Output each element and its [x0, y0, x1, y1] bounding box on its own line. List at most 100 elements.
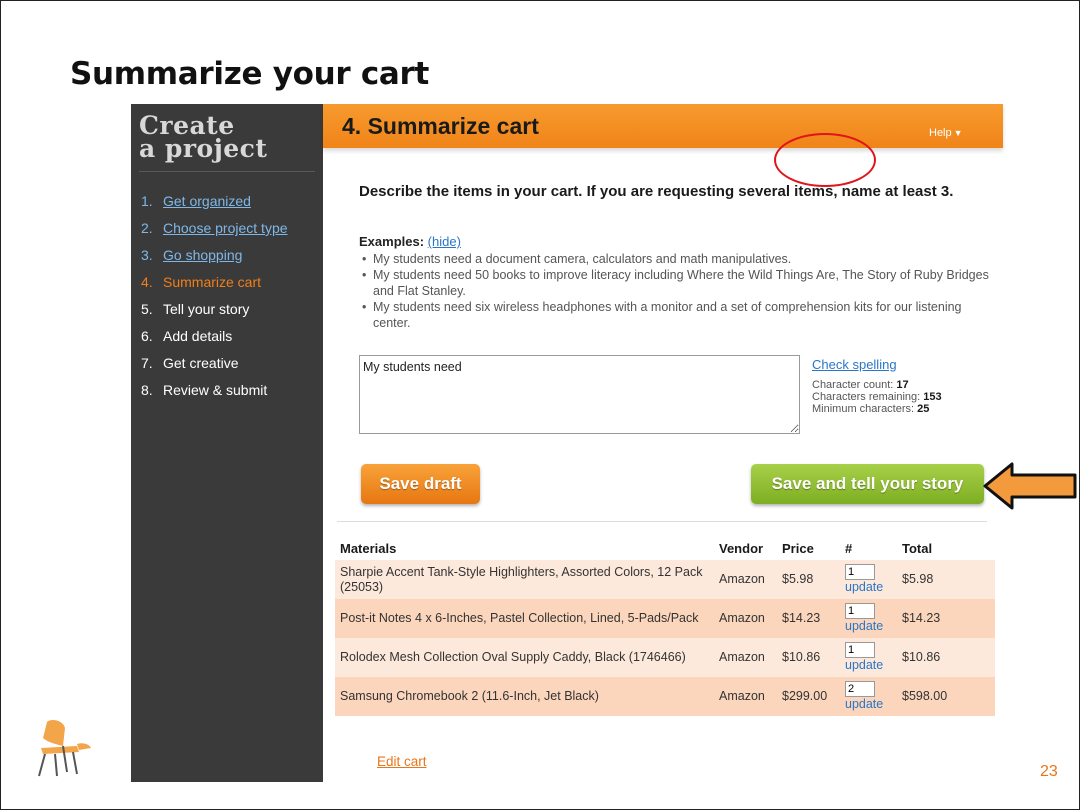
material-vendor: Amazon — [714, 599, 777, 638]
material-vendor: Amazon — [714, 638, 777, 677]
material-total: $10.86 — [897, 638, 995, 677]
step-item-go-shopping[interactable]: 3. Go shopping — [141, 242, 288, 269]
characters-remaining-line: Characters remaining: 153 — [812, 391, 942, 403]
step-number: 2. — [141, 220, 153, 236]
character-count-value: 17 — [896, 379, 909, 391]
quantity-cell: update — [840, 560, 897, 599]
edit-cart-link[interactable]: Edit cart — [377, 754, 427, 769]
sidebar-title-line2: a project — [139, 134, 268, 163]
table-row: Sharpie Accent Tank-Style Highlighters, … — [335, 560, 995, 599]
character-counts: Character count: 17 Characters remaining… — [812, 379, 942, 415]
table-row: Post-it Notes 4 x 6-Inches, Pastel Colle… — [335, 599, 995, 638]
quantity-input[interactable] — [845, 603, 875, 619]
step-number: 5. — [141, 301, 153, 317]
material-total: $14.23 — [897, 599, 995, 638]
step-item-choose-project-type[interactable]: 2. Choose project type — [141, 215, 288, 242]
example-item: My students need six wireless headphones… — [359, 299, 989, 331]
step-item-review-submit: 8. Review & submit — [141, 377, 288, 404]
help-label[interactable]: Help — [929, 127, 952, 139]
quantity-cell: update — [840, 638, 897, 677]
column-header-total: Total — [902, 541, 933, 556]
column-header-qty: # — [845, 541, 853, 556]
step-item-add-details: 6. Add details — [141, 323, 288, 350]
step-item-get-creative: 7. Get creative — [141, 350, 288, 377]
step-label: Get creative — [163, 355, 239, 371]
step-label: Tell your story — [163, 301, 250, 317]
table-row: Samsung Chromebook 2 (11.6-Inch, Jet Bla… — [335, 677, 995, 716]
step-item-get-organized[interactable]: 1. Get organized — [141, 188, 288, 215]
material-vendor: Amazon — [714, 677, 777, 716]
material-price: $10.86 — [777, 638, 840, 677]
step-label: Review & submit — [163, 382, 268, 398]
character-count-line: Character count: 17 — [812, 379, 942, 391]
material-total: $5.98 — [897, 560, 995, 599]
update-link[interactable]: update — [845, 580, 892, 595]
page-number: 23 — [1040, 763, 1058, 780]
material-name: Post-it Notes 4 x 6-Inches, Pastel Colle… — [335, 599, 714, 638]
quantity-input[interactable] — [845, 681, 875, 697]
step-label[interactable]: Get organized — [163, 193, 251, 209]
hide-examples-link[interactable]: (hide) — [428, 234, 461, 249]
examples-heading: Examples: (hide) — [359, 234, 461, 249]
step-number: 1. — [141, 193, 153, 209]
step-label[interactable]: Choose project type — [163, 220, 288, 236]
update-link[interactable]: update — [845, 697, 892, 712]
quantity-input[interactable] — [845, 564, 875, 580]
column-header-materials: Materials — [340, 541, 397, 556]
materials-table: Materials Vendor Price # Total Sharpie A… — [335, 541, 995, 716]
sidebar-title: Create a project — [139, 113, 268, 163]
step-item-summarize-cart: 4. Summarize cart — [141, 269, 288, 296]
column-header-price: Price — [782, 541, 814, 556]
examples-list: My students need a document camera, calc… — [359, 251, 989, 331]
table-row: Rolodex Mesh Collection Oval Supply Cadd… — [335, 638, 995, 677]
slide-title: Summarize your cart — [70, 56, 430, 92]
sidebar-divider — [139, 171, 315, 172]
save-draft-button[interactable]: Save draft — [361, 464, 480, 504]
step-label[interactable]: Go shopping — [163, 247, 242, 263]
quantity-input[interactable] — [845, 642, 875, 658]
update-link[interactable]: update — [845, 619, 892, 634]
instructions: Describe the items in your cart. If you … — [359, 183, 954, 200]
material-vendor: Amazon — [714, 560, 777, 599]
material-price: $299.00 — [777, 677, 840, 716]
step-label: Summarize cart — [163, 274, 262, 290]
quantity-cell: update — [840, 599, 897, 638]
main-panel: 4. Summarize cart Help ▼ Describe the ite… — [323, 104, 1003, 782]
update-link[interactable]: update — [845, 658, 892, 673]
step-item-tell-your-story: 5. Tell your story — [141, 296, 288, 323]
chair-icon — [38, 720, 91, 777]
save-and-tell-story-button[interactable]: Save and tell your story — [751, 464, 984, 504]
step-number: 6. — [141, 328, 153, 344]
help-menu[interactable]: Help ▼ — [929, 127, 963, 139]
header-bar: 4. Summarize cart Help ▼ — [323, 104, 1003, 148]
table-header-row: Materials Vendor Price # Total — [335, 541, 995, 560]
step-label: Add details — [163, 328, 233, 344]
examples-label: Examples: — [359, 234, 425, 249]
material-price: $14.23 — [777, 599, 840, 638]
minimum-characters-label: Minimum characters: — [812, 403, 915, 415]
app-screenshot: Create a project 1. Get organized 2. Choos… — [131, 104, 1003, 782]
section-divider — [337, 521, 987, 522]
example-item: My students need a document camera, calc… — [359, 251, 989, 267]
caret-down-icon: ▼ — [953, 128, 963, 138]
step-number: 4. — [141, 274, 153, 290]
characters-remaining-label: Characters remaining: — [812, 391, 921, 403]
cart-description-input[interactable] — [359, 355, 800, 434]
characters-remaining-value: 153 — [923, 391, 942, 403]
material-price: $5.98 — [777, 560, 840, 599]
check-spelling-link[interactable]: Check spelling — [812, 357, 897, 372]
help-highlight-circle — [774, 133, 876, 187]
arrow-left-icon — [983, 462, 1077, 510]
material-total: $598.00 — [897, 677, 995, 716]
step-list: 1. Get organized 2. Choose project type 3.… — [141, 188, 288, 404]
minimum-characters-value: 25 — [917, 403, 930, 415]
material-name: Rolodex Mesh Collection Oval Supply Cadd… — [335, 638, 714, 677]
minimum-characters-line: Minimum characters: 25 — [812, 403, 942, 415]
page-title: 4. Summarize cart — [342, 113, 539, 139]
step-number: 7. — [141, 355, 153, 371]
material-name: Samsung Chromebook 2 (11.6-Inch, Jet Bla… — [335, 677, 714, 716]
character-count-label: Character count: — [812, 379, 894, 391]
step-number: 8. — [141, 382, 153, 398]
sidebar: Create a project 1. Get organized 2. Choos… — [131, 104, 323, 782]
column-header-vendor: Vendor — [719, 541, 764, 556]
